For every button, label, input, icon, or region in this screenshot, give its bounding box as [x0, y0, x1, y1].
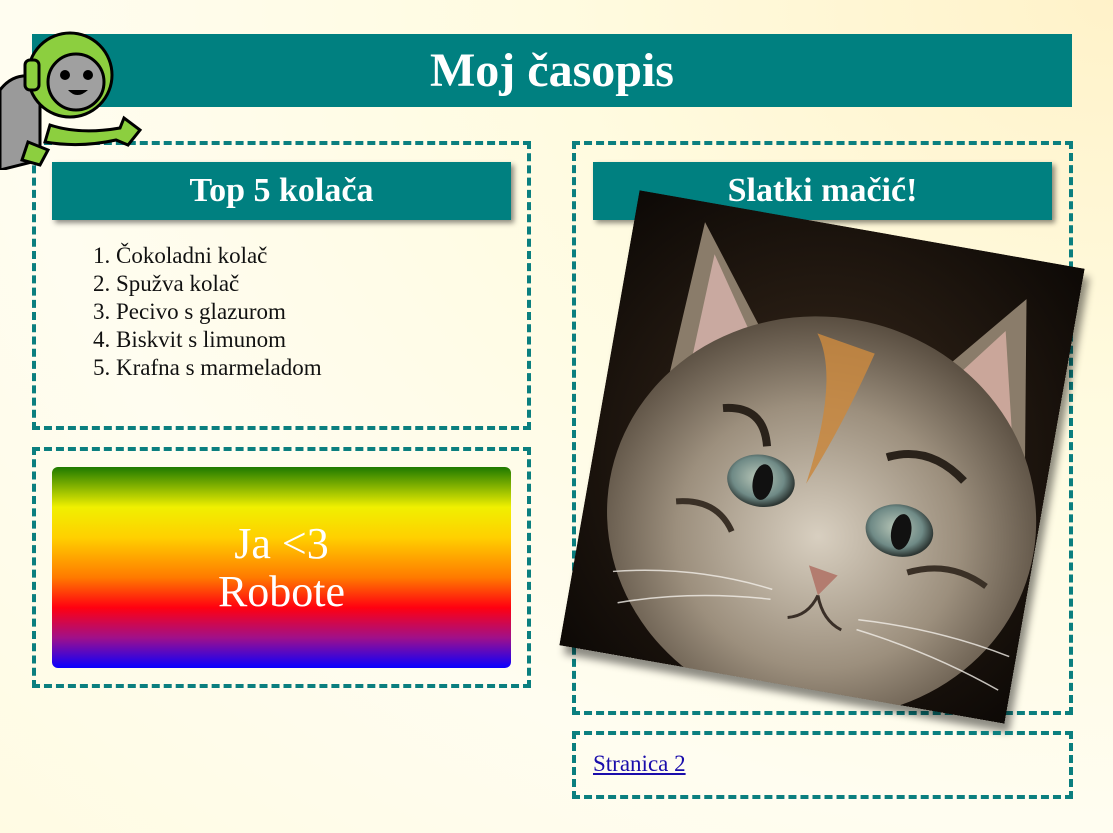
link-panel: Stranica 2: [572, 731, 1073, 799]
list-item: Pecivo s glazurom: [116, 298, 322, 326]
list-item: Spužva kolač: [116, 270, 322, 298]
page-2-link[interactable]: Stranica 2: [593, 751, 686, 777]
kitten-photo-illustration: [559, 190, 1085, 724]
cakes-list: Čokoladni kolač Spužva kolač Pecivo s gl…: [76, 242, 322, 382]
banner-line-1: Ja <3: [234, 518, 329, 568]
page-title: Moj časopis: [32, 34, 1072, 107]
cakes-panel: Top 5 kolača Čokoladni kolač Spužva kola…: [32, 141, 531, 430]
cakes-heading: Top 5 kolača: [52, 162, 511, 220]
list-item: Biskvit s limunom: [116, 326, 322, 354]
robot-mascot: [0, 31, 143, 170]
banner-line-2: Robote: [217, 566, 346, 616]
robots-panel: Ja <3 Robote: [32, 447, 531, 688]
rainbow-banner: Ja <3 Robote: [52, 467, 511, 668]
list-item: Čokoladni kolač: [116, 242, 322, 270]
kitten-photo: [559, 190, 1085, 724]
list-item: Krafna s marmeladom: [116, 354, 322, 382]
